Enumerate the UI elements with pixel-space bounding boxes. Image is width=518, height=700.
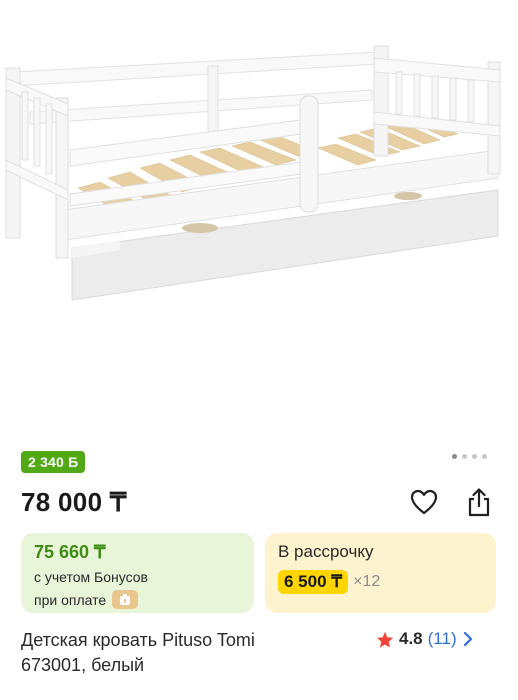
product-title-line: Детская кровать Pituso Tomi [21,630,255,650]
installment-card[interactable]: В рассрочку 6 500 ₸ ×12 [265,533,496,613]
rating-link[interactable]: 4.8 (11) [376,629,474,649]
installment-months: ×12 [353,573,381,590]
product-title: Детская кровать Pituso Tomi 673001, белы… [21,628,351,678]
share-button[interactable] [462,485,496,519]
product-image[interactable] [0,0,518,440]
favorite-button[interactable] [407,485,441,519]
gallery-pager[interactable] [452,454,487,459]
installment-row: 6 500 ₸ ×12 [278,570,380,594]
installment-title: В рассрочку [278,542,374,561]
share-icon [468,488,490,517]
bonus-badge: 2 340 Б [21,451,86,473]
pager-dot[interactable] [472,454,477,459]
star-icon [376,631,394,647]
rating-count: (11) [427,629,457,648]
heart-icon [410,489,438,515]
bonus-payment-line: при оплате [34,590,139,609]
chevron-right-icon [463,631,472,647]
bonus-price-card[interactable]: 75 660 ₸ с учетом Бонусов при оплате [21,533,254,613]
product-title-line: 673001, белый [21,655,145,675]
bonus-badge-text: 2 340 Б [28,454,79,470]
bonus-caption: с учетом Бонусов [34,569,148,585]
product-price: 78 000 ₸ [21,487,127,517]
bed-illustration [5,45,501,301]
pager-dot[interactable] [462,454,467,459]
pager-dot[interactable] [482,454,487,459]
rating-value: 4.8 [399,629,423,648]
bonus-payment-caption: при оплате [34,591,107,608]
wallet-icon [112,590,139,609]
pager-dot-active[interactable] [452,454,457,459]
bonus-price: 75 660 ₸ [34,542,106,562]
installment-amount: 6 500 ₸ [278,570,349,594]
